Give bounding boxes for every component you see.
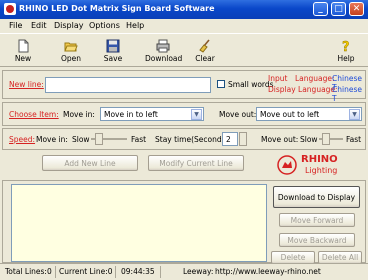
new-button[interactable]: New bbox=[8, 36, 38, 66]
help-button[interactable]: ? Help bbox=[333, 36, 359, 66]
stay-time-label: Stay time(Seconds): bbox=[155, 135, 231, 144]
download-button[interactable]: Download bbox=[144, 36, 182, 66]
line-list-panel: Download to Display Move Forward Move Ba… bbox=[2, 180, 366, 274]
menu-display[interactable]: Display bbox=[54, 21, 84, 30]
move-in-value: Move in to left bbox=[104, 110, 158, 119]
app-icon[interactable] bbox=[4, 3, 16, 15]
new-file-icon bbox=[18, 39, 29, 53]
move-out-speed-slider[interactable] bbox=[319, 133, 343, 145]
move-backward-button[interactable]: Move Backward bbox=[279, 233, 355, 247]
open-button[interactable]: Open bbox=[56, 36, 86, 66]
open-label: Open bbox=[60, 54, 82, 63]
speed-move-out-label: Move out: bbox=[261, 135, 299, 144]
close-button[interactable]: ✕ bbox=[349, 2, 364, 16]
stay-time-value: 2 bbox=[226, 135, 231, 144]
open-folder-icon bbox=[64, 42, 78, 52]
move-in-select[interactable]: Move in to left ▼ bbox=[100, 107, 204, 121]
menu-file[interactable]: File bbox=[9, 21, 22, 30]
choose-item-label: Choose Item: bbox=[9, 110, 59, 119]
leeway-label: Leeway: bbox=[183, 267, 214, 276]
move-out-label: Move out: bbox=[219, 110, 257, 119]
speed-panel: Speed: Move in: Slow Fast Stay time(Seco… bbox=[2, 128, 366, 150]
maximize-button[interactable]: □ bbox=[331, 2, 346, 16]
minimize-button[interactable]: _ bbox=[313, 2, 328, 16]
save-disk-icon bbox=[106, 39, 120, 53]
fast-label-2: Fast bbox=[346, 135, 362, 144]
rhino-logo: RHINO Lighting bbox=[277, 153, 343, 177]
move-out-value: Move out to left bbox=[260, 110, 320, 119]
display-language-value[interactable]: Chinese T bbox=[332, 85, 365, 103]
logo-sub: Lighting bbox=[305, 166, 338, 175]
choose-item-panel: Choose Item: Move in: Move in to left ▼ … bbox=[2, 102, 366, 126]
language-label: Language: bbox=[295, 74, 335, 83]
chevron-down-icon[interactable]: ▼ bbox=[349, 109, 360, 120]
new-label: New bbox=[14, 54, 32, 63]
fast-label: Fast bbox=[131, 135, 147, 144]
website-url[interactable]: http://www.leeway-rhino.net bbox=[215, 267, 321, 276]
display-lang-label: Display Language: bbox=[268, 85, 338, 94]
slow-label-2: Slow bbox=[300, 135, 318, 144]
stay-time-input[interactable]: 2 bbox=[222, 132, 238, 146]
chevron-down-icon[interactable]: ▼ bbox=[191, 109, 202, 120]
slider-thumb[interactable] bbox=[95, 133, 103, 145]
small-words-checkbox[interactable] bbox=[217, 80, 225, 88]
menu-edit[interactable]: Edit bbox=[31, 21, 47, 30]
window-title: RHINO LED Dot Matrix Sign Board Software bbox=[19, 4, 215, 13]
clear-label: Clear bbox=[195, 54, 215, 63]
line-list[interactable] bbox=[11, 184, 267, 262]
speed-move-in-label: Move in: bbox=[36, 135, 68, 144]
menu-bar: File Edit Display Options Help bbox=[0, 19, 368, 33]
download-to-display-button[interactable]: Download to Display bbox=[273, 186, 360, 208]
move-forward-button[interactable]: Move Forward bbox=[279, 213, 355, 227]
slider-thumb[interactable] bbox=[322, 133, 330, 145]
small-words-label: Small words bbox=[228, 80, 274, 89]
rhino-logo-icon bbox=[277, 155, 297, 175]
download-label: Download bbox=[145, 54, 183, 63]
speed-label: Speed: bbox=[9, 135, 36, 144]
move-in-label: Move in: bbox=[63, 110, 95, 119]
add-new-line-button[interactable]: Add New Line bbox=[42, 155, 138, 171]
title-bar[interactable]: RHINO LED Dot Matrix Sign Board Software… bbox=[0, 0, 368, 19]
download-printer-icon bbox=[156, 39, 170, 53]
slow-label: Slow bbox=[72, 135, 90, 144]
help-label: Help bbox=[337, 54, 355, 63]
menu-options[interactable]: Options bbox=[89, 21, 120, 30]
svg-text:?: ? bbox=[342, 40, 350, 53]
new-line-panel: New line: Small words Input Language: Ch… bbox=[2, 70, 366, 103]
status-bar: Total Lines:0 Current Line:0 09:44:35 Le… bbox=[0, 263, 368, 280]
clear-broom-icon bbox=[199, 39, 210, 53]
move-in-speed-slider[interactable] bbox=[91, 133, 127, 145]
current-line: Current Line:0 bbox=[59, 267, 113, 276]
stay-time-spinner[interactable] bbox=[239, 132, 247, 146]
move-out-select[interactable]: Move out to left ▼ bbox=[256, 107, 362, 121]
menu-help[interactable]: Help bbox=[126, 21, 144, 30]
save-button[interactable]: Save bbox=[98, 36, 128, 66]
modify-current-line-button[interactable]: Modify Current Line bbox=[148, 155, 244, 171]
clear-button[interactable]: Clear bbox=[190, 36, 220, 66]
save-label: Save bbox=[103, 54, 123, 63]
status-time: 09:44:35 bbox=[121, 267, 155, 276]
toolbar: New Open Save Download Clear ? Help bbox=[0, 33, 368, 67]
new-line-label: New line: bbox=[9, 80, 44, 89]
help-question-icon: ? bbox=[342, 40, 350, 53]
logo-name: RHINO bbox=[301, 154, 338, 165]
total-lines: Total Lines:0 bbox=[5, 267, 52, 276]
input-lang-label: Input bbox=[268, 74, 288, 83]
new-line-input[interactable] bbox=[45, 77, 211, 93]
